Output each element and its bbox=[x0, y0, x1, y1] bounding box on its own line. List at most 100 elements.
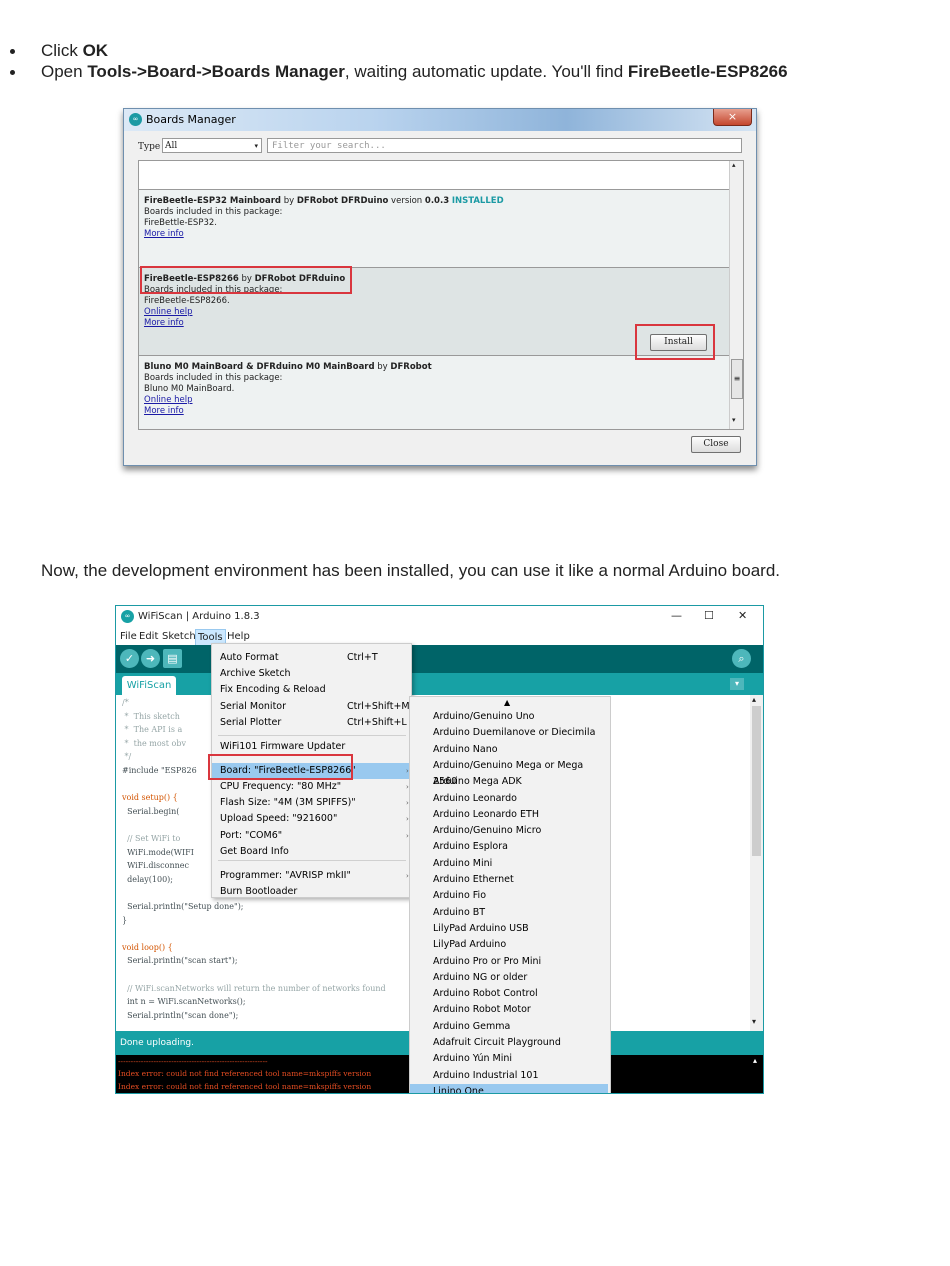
code-line: Serial.println("Setup done"); bbox=[122, 902, 244, 911]
tools-menu-item[interactable]: WiFi101 Firmware Updater bbox=[212, 739, 411, 755]
close-button[interactable]: Close bbox=[691, 436, 741, 453]
board-name: Arduino/Genuino Micro bbox=[433, 825, 542, 837]
minimize-icon[interactable]: — bbox=[671, 609, 682, 622]
board-list-item[interactable]: Arduino Pro or Pro Mini bbox=[410, 954, 608, 970]
board-list-item[interactable]: Arduino Ethernet bbox=[410, 872, 608, 888]
package-bluno-m0[interactable]: Bluno M0 MainBoard & DFRduino M0 MainBoa… bbox=[139, 356, 729, 429]
tools-menu-item[interactable]: Upload Speed: "921600" › bbox=[212, 811, 411, 827]
online-help-link[interactable]: Online help bbox=[144, 307, 724, 318]
tools-menu-item[interactable]: Archive Sketch bbox=[212, 666, 411, 682]
tools-menu-item[interactable]: Burn Bootloader bbox=[212, 884, 411, 900]
menu-item-label: Auto Format bbox=[220, 652, 279, 663]
boards-manager-window: ∞ Boards Manager × Type All ▾ Filter your… bbox=[123, 108, 757, 466]
tools-menu-item[interactable]: Programmer: "AVRISP mkII" › bbox=[212, 868, 411, 884]
board-list-item[interactable]: LilyPad Arduino bbox=[410, 937, 608, 953]
board-list-item[interactable]: Arduino Mega ADK bbox=[410, 774, 608, 790]
board-list-item[interactable]: Linino One bbox=[410, 1083, 608, 1093]
included-label: Boards included in this package: bbox=[144, 207, 283, 217]
verify-icon[interactable]: ✓ bbox=[120, 649, 139, 668]
board-list-item[interactable]: Arduino BT bbox=[410, 905, 608, 921]
board-list-item[interactable]: Arduino Duemilanove or Diecimila bbox=[410, 725, 608, 741]
board-list-item[interactable]: Arduino Leonardo bbox=[410, 791, 608, 807]
upload-icon[interactable]: ➜ bbox=[141, 649, 160, 668]
code-line: * This sketch bbox=[122, 711, 180, 721]
tab-menu-icon[interactable]: ▾ bbox=[730, 678, 744, 690]
board-list-item[interactable]: Arduino/Genuino Uno bbox=[410, 709, 608, 725]
board-list-item[interactable]: LilyPad Arduino USB bbox=[410, 921, 608, 937]
new-icon[interactable]: ▤ bbox=[163, 649, 182, 668]
board-list-item[interactable]: Arduino Fio bbox=[410, 888, 608, 904]
scroll-up-icon[interactable]: ▲ bbox=[504, 698, 510, 707]
menu-separator bbox=[218, 735, 406, 736]
board-list-item[interactable]: Arduino Robot Motor bbox=[410, 1002, 608, 1018]
board-list-item[interactable]: Arduino/Genuino Micro bbox=[410, 823, 608, 839]
code-line: // WiFi.scanNetworks will return the num… bbox=[122, 983, 386, 993]
menu-help[interactable]: Help bbox=[227, 631, 250, 642]
board-name: LilyPad Arduino USB bbox=[433, 922, 529, 934]
tools-menu-item[interactable]: Auto Format Ctrl+T bbox=[212, 650, 411, 666]
board-submenu: ▲ Arduino/Genuino Uno Arduino Duemilanove… bbox=[409, 696, 611, 1093]
type-select[interactable]: All ▾ bbox=[162, 138, 262, 153]
board-name: Arduino Pro or Pro Mini bbox=[433, 955, 542, 967]
package-esp32[interactable]: FireBeetle-ESP32 Mainboard by DFRobot DF… bbox=[139, 190, 729, 268]
board-list-item[interactable]: Arduino Gemma bbox=[410, 1019, 608, 1035]
title-bar: ∞ WiFiScan | Arduino 1.8.3 — ☐ ✕ bbox=[116, 606, 763, 628]
code-line: Serial.println("scan done"); bbox=[122, 1010, 239, 1020]
scroll-thumb[interactable]: ≡ bbox=[731, 359, 743, 399]
board-list-item[interactable]: Adafruit Circuit Playground bbox=[410, 1035, 608, 1051]
step-text: Open bbox=[41, 62, 88, 81]
board-list-item[interactable]: Arduino Yún Mini bbox=[410, 1051, 608, 1067]
code-line: #include "ESP826 bbox=[122, 766, 197, 775]
scroll-up-icon[interactable]: ▴ bbox=[752, 695, 756, 704]
scroll-up-icon[interactable]: ▴ bbox=[753, 1056, 757, 1065]
tools-menu-item[interactable]: Serial Plotter Ctrl+Shift+L bbox=[212, 715, 411, 731]
tools-menu-item[interactable]: Port: "COM6" › bbox=[212, 828, 411, 844]
scroll-up-icon[interactable]: ▴ bbox=[732, 161, 736, 169]
board-name: Arduino BT bbox=[433, 906, 486, 918]
code-line: WiFi.disconnec bbox=[122, 861, 189, 871]
board-name: Arduino Industrial 101 bbox=[433, 1069, 539, 1081]
tab-wifiscan[interactable]: WiFiScan bbox=[122, 676, 176, 695]
board-list-item[interactable]: Arduino Mini bbox=[410, 856, 608, 872]
step-bold: FireBeetle-ESP8266 bbox=[627, 62, 788, 81]
code-line: } bbox=[122, 915, 128, 925]
close-icon[interactable]: ✕ bbox=[738, 609, 747, 622]
tools-menu-item[interactable]: Get Board Info bbox=[212, 844, 411, 860]
by-text: by bbox=[281, 196, 297, 206]
maximize-icon[interactable]: ☐ bbox=[704, 609, 714, 622]
scroll-down-icon[interactable]: ▾ bbox=[752, 1017, 756, 1026]
serial-monitor-icon[interactable]: ⌕ bbox=[732, 649, 751, 668]
filter-input[interactable]: Filter your search... bbox=[267, 138, 742, 153]
step-text: Click bbox=[41, 41, 83, 60]
board-name: Arduino Mini bbox=[433, 857, 493, 869]
list-item bbox=[139, 161, 729, 190]
package-list: FireBeetle-ESP32 Mainboard by DFRobot DF… bbox=[138, 160, 744, 430]
tools-menu-item[interactable]: Fix Encoding & Reload bbox=[212, 682, 411, 698]
online-help-link[interactable]: Online help bbox=[144, 395, 724, 406]
menu-sketch[interactable]: Sketch bbox=[162, 631, 196, 642]
scroll-down-icon[interactable]: ▾ bbox=[732, 416, 736, 424]
step-bold: Tools->Board->Boards Manager bbox=[87, 62, 345, 81]
scroll-thumb[interactable] bbox=[752, 706, 761, 856]
board-list-item[interactable]: Arduino Esplora bbox=[410, 839, 608, 855]
more-info-link[interactable]: More info bbox=[144, 229, 724, 240]
board-list-item[interactable]: Arduino Nano bbox=[410, 742, 608, 758]
board-list-item[interactable]: Arduino Robot Control bbox=[410, 986, 608, 1002]
steps-list: Click OK Open Tools->Board->Boards Manag… bbox=[0, 40, 940, 82]
menu-file[interactable]: File bbox=[120, 631, 137, 642]
menu-edit[interactable]: Edit bbox=[139, 631, 158, 642]
board-list-item[interactable]: Arduino NG or older bbox=[410, 970, 608, 986]
scrollbar[interactable]: ▴ ≡ ▾ bbox=[729, 161, 743, 429]
menu-item-label: WiFi101 Firmware Updater bbox=[220, 741, 346, 752]
tools-menu-item[interactable]: CPU Frequency: "80 MHz" › bbox=[212, 779, 411, 795]
chevron-down-icon: ▾ bbox=[254, 142, 258, 150]
close-icon[interactable]: × bbox=[713, 109, 752, 126]
board-list-item[interactable]: Arduino Industrial 101 bbox=[410, 1068, 608, 1084]
more-info-link[interactable]: More info bbox=[144, 406, 724, 417]
tools-menu-item[interactable]: Flash Size: "4M (3M SPIFFS)" › bbox=[212, 795, 411, 811]
board-list-item[interactable]: Arduino Leonardo ETH bbox=[410, 807, 608, 823]
board-list-item[interactable]: Arduino/Genuino Mega or Mega 2560 bbox=[410, 758, 608, 787]
window-title: WiFiScan | Arduino 1.8.3 bbox=[138, 611, 260, 622]
tools-menu-item[interactable]: Serial Monitor Ctrl+Shift+M bbox=[212, 699, 411, 715]
arduino-ide-window: ∞ WiFiScan | Arduino 1.8.3 — ☐ ✕ File Ed… bbox=[115, 605, 764, 1094]
